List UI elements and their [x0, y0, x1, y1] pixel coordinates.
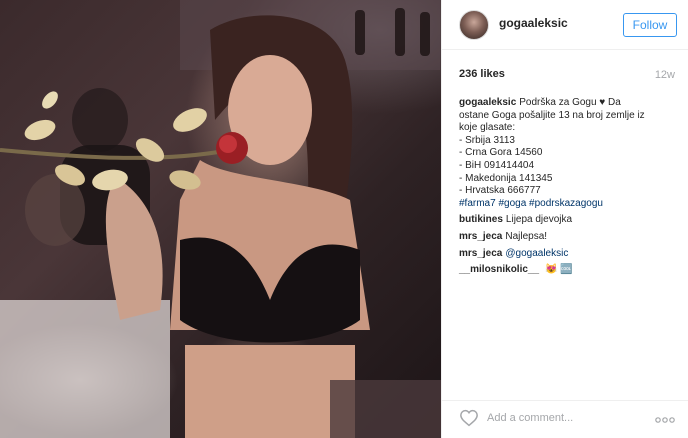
post-side-panel: gogaaleksic Follow 236 likes 12w gogaale… [441, 0, 688, 438]
comment-mention[interactable]: @gogaaleksic [505, 248, 568, 259]
likes-count[interactable]: 236 likes [459, 68, 505, 80]
caption-line: ostane Goga pošaljite 13 na broj zemlje … [459, 109, 645, 121]
comment: mrs_jeca @gogaaleksic [459, 248, 675, 261]
comment-username[interactable]: mrs_jeca [459, 248, 502, 259]
heart-icon[interactable] [459, 409, 479, 427]
comment-text: Najlepsa! [505, 230, 548, 242]
post-age[interactable]: 12w [655, 69, 675, 81]
caption-username[interactable]: gogaaleksic [459, 97, 516, 108]
caption-line: - BiH 091414404 [459, 159, 535, 171]
comments-list: gogaaleksic Podrška za Gogu ♥ Da ostane G… [459, 97, 675, 281]
comment: __milosnikolic__ 😻 🆒 [459, 264, 675, 277]
post-photo [0, 0, 441, 438]
post-footer: Add a comment... [442, 400, 688, 438]
comment-username[interactable]: mrs_jeca [459, 231, 502, 242]
caption-hashtags[interactable]: #farma7 #goga #podrskazagogu [459, 198, 675, 211]
caption: gogaaleksic Podrška za Gogu ♥ Da ostane G… [459, 97, 675, 210]
caption-line: - Crna Gora 14560 [459, 147, 543, 159]
photo-illustration [0, 0, 441, 438]
comment-emoji: 😻 🆒 [545, 264, 573, 276]
comment: butikines Lijepa djevojka [459, 214, 675, 227]
comment-username[interactable]: butikines [459, 214, 503, 225]
comment: mrs_jeca Najlepsa! [459, 231, 675, 244]
caption-line: - Makedonija 141345 [459, 172, 553, 184]
comment-username[interactable]: __milosnikolic__ [459, 264, 539, 275]
header-username[interactable]: gogaaleksic [499, 16, 568, 30]
caption-line: koje glasate: [459, 122, 516, 134]
caption-line: - Hrvatska 666777 [459, 185, 541, 197]
comment-text: Lijepa djevojka [505, 214, 573, 226]
more-options-icon[interactable] [655, 417, 675, 423]
add-comment-input[interactable]: Add a comment... [487, 412, 573, 424]
likes-row: 236 likes 12w [459, 68, 675, 84]
avatar[interactable] [459, 10, 489, 40]
caption-line: - Srbija 3113 [459, 134, 515, 146]
caption-line: Podrška za Gogu ♥ Da [519, 97, 621, 108]
follow-button[interactable]: Follow [623, 13, 677, 37]
post-header: gogaaleksic Follow [442, 0, 688, 50]
